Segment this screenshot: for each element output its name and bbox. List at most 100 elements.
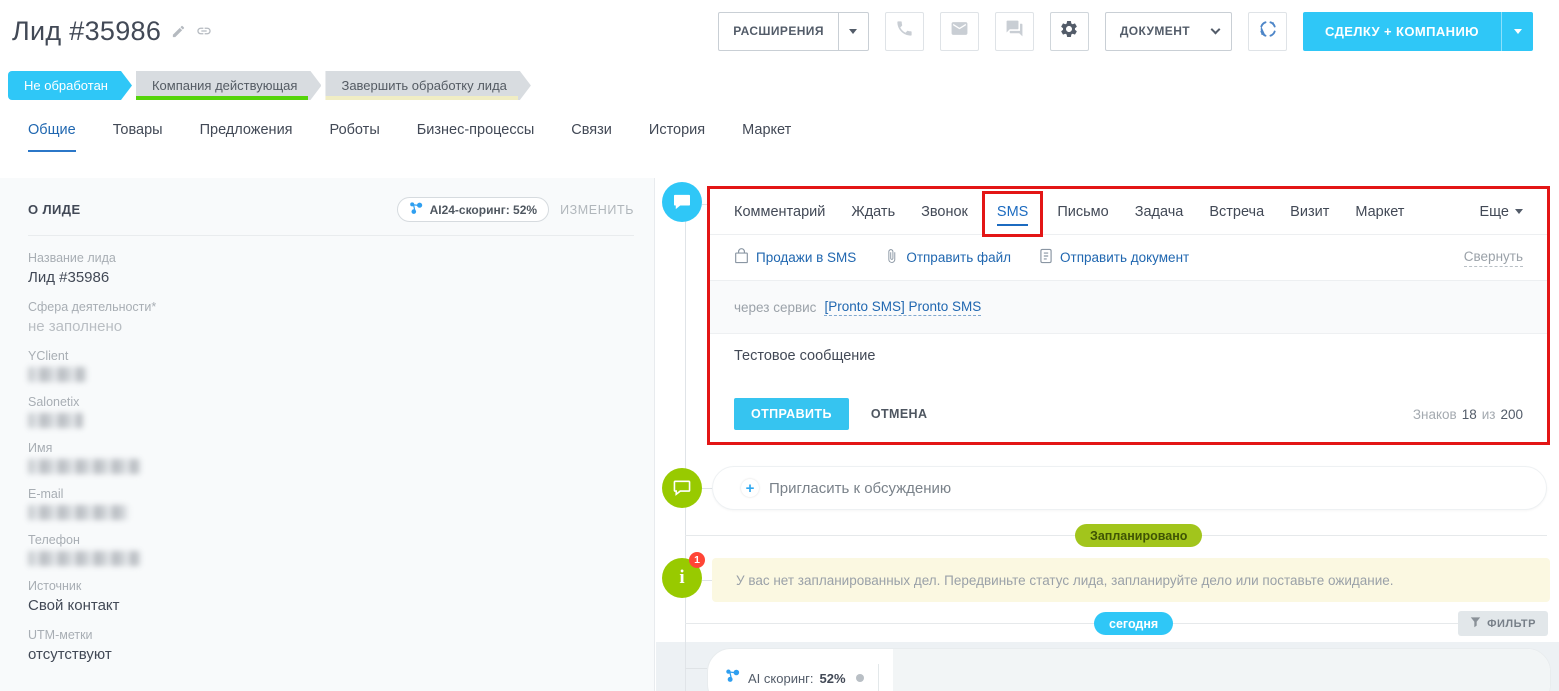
section-title: О ЛИДЕ — [28, 202, 81, 217]
edit-pencil-icon[interactable] — [171, 24, 186, 39]
today-badge[interactable]: сегодня — [1094, 612, 1174, 635]
lead-page: Лид #35986 РАСШИРЕНИЯ ДОКУМЕНТ СДЕЛКУ + … — [0, 0, 1559, 691]
activity-tab-comment[interactable]: Комментарий — [734, 204, 825, 220]
header-actions: РАСШИРЕНИЯ ДОКУМЕНТ СДЕЛКУ + КОМПАНИЮ — [718, 11, 1533, 51]
extensions-dropdown-caret[interactable] — [837, 12, 868, 50]
sync-arrows-icon — [1258, 19, 1278, 44]
chat-icon — [1005, 19, 1024, 43]
phone-icon — [895, 19, 914, 43]
invite-discussion-pill[interactable]: + Пригласить к обсуждению — [712, 466, 1547, 510]
sms-form-annotation-box: Комментарий Ждать Звонок SMS Письмо Зада… — [707, 186, 1550, 445]
activity-tab-sms[interactable]: SMS — [981, 190, 1044, 237]
tab-market[interactable]: Маркет — [742, 122, 791, 152]
pipeline-stage-company-active[interactable]: Компания действующая — [136, 71, 321, 100]
planned-badge: Запланировано — [1075, 524, 1203, 547]
field-salonetix: Salonetix — [28, 395, 626, 428]
activity-tab-letter[interactable]: Письмо — [1057, 204, 1108, 220]
activity-tab-market[interactable]: Маркет — [1355, 204, 1404, 220]
activity-tab-meeting[interactable]: Встреча — [1209, 204, 1264, 220]
redacted-value — [28, 367, 86, 382]
document-icon — [1039, 248, 1053, 267]
tab-links[interactable]: Связи — [571, 122, 612, 152]
deal-company-button[interactable]: СДЕЛКУ + КОМПАНИЮ — [1303, 11, 1533, 51]
ai-scoring-dot — [855, 674, 864, 682]
activity-more-dropdown[interactable]: Еще — [1479, 204, 1523, 220]
notification-count-badge: 1 — [689, 552, 705, 568]
connector — [702, 580, 712, 581]
field-name: Имя — [28, 441, 626, 474]
connector — [702, 488, 712, 489]
ai-scoring-value: 52% — [819, 670, 846, 686]
chat-button[interactable] — [994, 11, 1034, 51]
field-source: Источник Свой контакт — [28, 579, 120, 614]
edit-link[interactable]: ИЗМЕНИТЬ — [560, 203, 634, 217]
collapse-link[interactable]: Свернуть — [1463, 249, 1523, 267]
pipeline-stage-current[interactable]: Не обработан — [8, 71, 132, 100]
ai-pill-divider — [877, 664, 879, 691]
activity-tab-call[interactable]: Звонок — [921, 204, 968, 220]
funnel-icon — [1470, 616, 1481, 631]
ai-scoring-row[interactable]: AI скоринг: 52% — [707, 648, 1551, 691]
lead-details-panel: О ЛИДЕ AI24-скоринг: 52% ИЗМЕНИТЬ Назван… — [0, 178, 655, 691]
discussion-bubble-icon — [662, 468, 702, 508]
mail-button[interactable] — [939, 11, 979, 51]
link-chain-icon[interactable] — [196, 23, 212, 39]
settings-button[interactable] — [1049, 11, 1089, 51]
invite-placeholder: Пригласить к обсуждению — [769, 479, 952, 497]
activity-tab-visit[interactable]: Визит — [1290, 204, 1329, 220]
activity-tab-task[interactable]: Задача — [1135, 204, 1184, 220]
send-document-link[interactable]: Отправить документ — [1039, 248, 1189, 267]
field-utm: UTM-метки отсутствуют — [28, 628, 112, 663]
stage-underline-yellow — [325, 96, 517, 100]
tab-history[interactable]: История — [649, 122, 705, 152]
main-tabs: Общие Товары Предложения Роботы Бизнес-п… — [28, 122, 791, 152]
redacted-value — [28, 551, 140, 566]
tab-business-processes[interactable]: Бизнес-процессы — [417, 122, 535, 152]
redacted-value — [28, 459, 140, 474]
tab-robots[interactable]: Роботы — [330, 122, 380, 152]
shopping-bag-icon — [734, 248, 749, 267]
tab-general[interactable]: Общие — [28, 122, 76, 152]
paperclip-icon — [884, 248, 899, 267]
title-row: Лид #35986 — [12, 16, 212, 47]
field-email: E-mail — [28, 487, 626, 520]
filter-button[interactable]: ФИЛЬТР — [1458, 611, 1548, 636]
ai-molecule-icon — [725, 668, 740, 688]
ai-molecule-icon — [409, 201, 423, 218]
page-title: Лид #35986 — [12, 15, 162, 46]
settings-gear-icon — [1059, 19, 1079, 44]
ai-scoring-badge[interactable]: AI24-скоринг: 52% — [396, 197, 550, 222]
document-button[interactable]: ДОКУМЕНТ — [1104, 11, 1233, 51]
sms-sales-link[interactable]: Продажи в SMS — [734, 248, 856, 267]
chevron-down-icon — [1515, 209, 1523, 214]
tab-products[interactable]: Товары — [113, 122, 163, 152]
add-user-plus-icon[interactable]: + — [741, 479, 759, 497]
mail-icon — [950, 19, 969, 43]
activity-tabs: Комментарий Ждать Звонок SMS Письмо Зада… — [710, 189, 1547, 237]
field-phone: Телефон — [28, 533, 626, 566]
service-provider-link[interactable]: [Pronto SMS] Pronto SMS — [824, 299, 982, 316]
char-counter: Знаков 18 из 200 — [1412, 406, 1523, 422]
redacted-value — [28, 505, 128, 520]
send-button[interactable]: ОТПРАВИТЬ — [734, 398, 849, 430]
cancel-button[interactable]: ОТМЕНА — [871, 407, 928, 421]
tab-offers[interactable]: Предложения — [200, 122, 293, 152]
comment-bubble-icon — [662, 182, 702, 222]
deal-company-dropdown-caret[interactable] — [1501, 11, 1533, 51]
pipeline-stage-finish[interactable]: Завершить обработку лида — [325, 71, 530, 100]
fullscreen-sync-button[interactable] — [1248, 11, 1288, 51]
lead-panel-header: О ЛИДЕ AI24-скоринг: 52% ИЗМЕНИТЬ — [0, 178, 654, 235]
sms-toolbar: Продажи в SMS Отправить файл Отправить д… — [710, 235, 1547, 281]
avatar-wrap: + — [723, 474, 759, 502]
sms-message-input[interactable]: Тестовое сообщение — [710, 334, 1547, 386]
extensions-button[interactable]: РАСШИРЕНИЯ — [718, 11, 869, 51]
ai-scoring-label: AI скоринг: — [748, 670, 814, 686]
attach-file-link[interactable]: Отправить файл — [884, 248, 1011, 267]
service-label: через сервис — [734, 299, 817, 315]
activity-tab-wait[interactable]: Ждать — [851, 204, 895, 220]
field-lead-name: Название лида Лид #35986 — [28, 251, 116, 286]
connector — [685, 668, 707, 669]
field-yclient: YClient — [28, 349, 626, 382]
phone-button[interactable] — [884, 11, 924, 51]
sms-service-row: через сервис [Pronto SMS] Pronto SMS — [710, 281, 1547, 334]
